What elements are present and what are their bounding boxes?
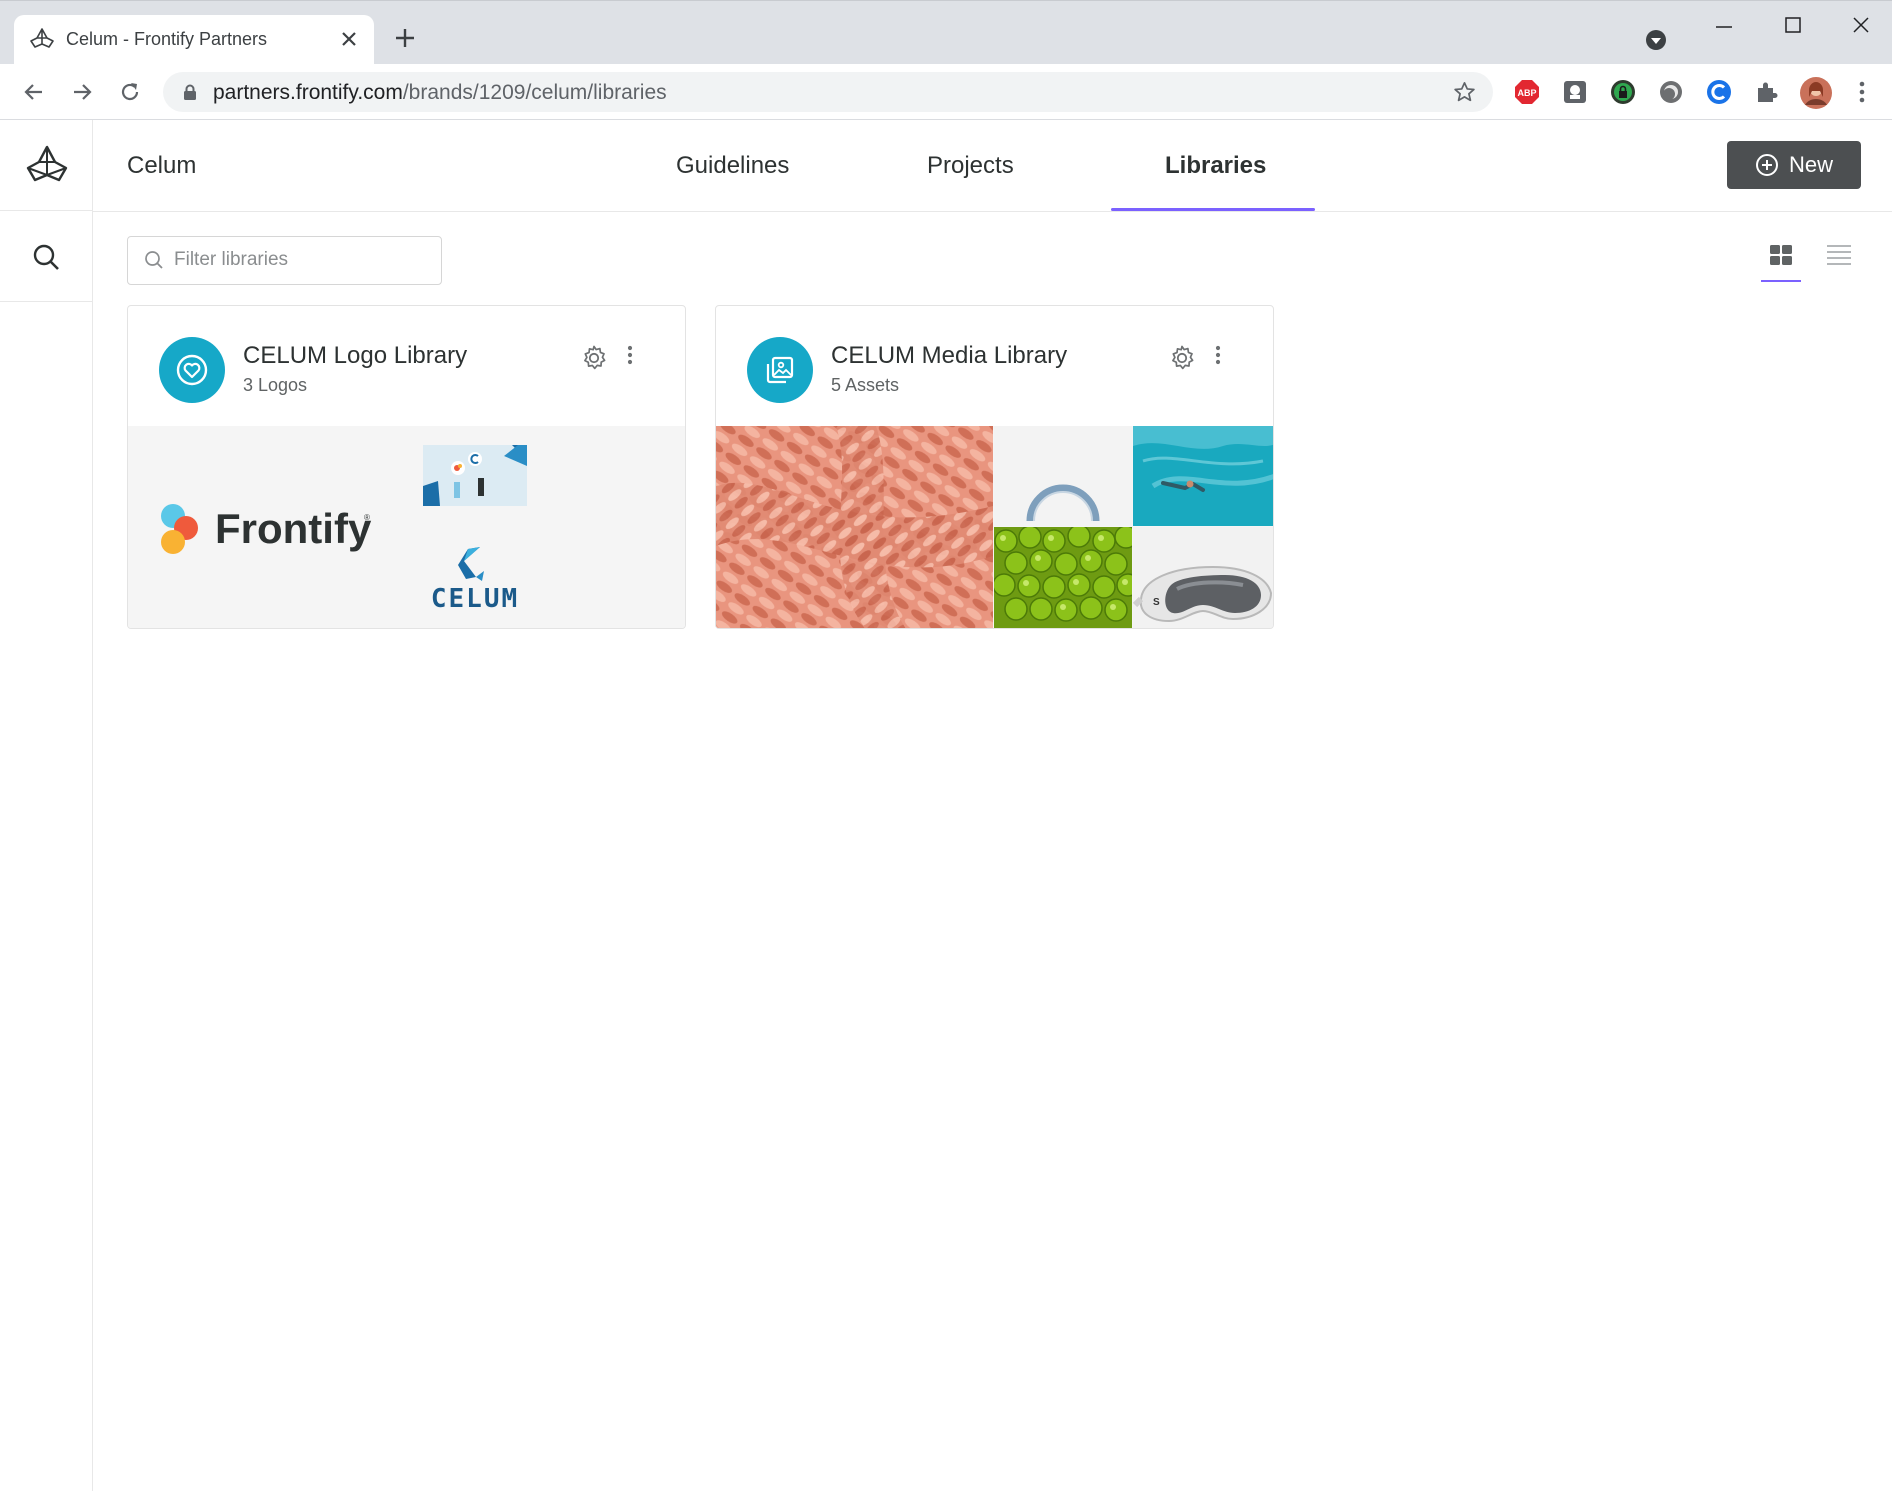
- more-options-icon[interactable]: [626, 344, 634, 366]
- url-text[interactable]: partners.frontify.com/brands/1209/celum/…: [213, 81, 667, 105]
- sidebar-divider: [0, 210, 92, 211]
- ring-photo[interactable]: [994, 426, 1132, 526]
- forward-icon[interactable]: [70, 80, 94, 104]
- browser-tabstrip: Celum - Frontify Partners: [0, 0, 1892, 65]
- library-thumbnails: S: [716, 426, 1273, 628]
- frontify-wordmark: Frontify: [215, 505, 372, 552]
- frontify-logo-thumb[interactable]: Frontify ®: [128, 426, 405, 628]
- app-header: Celum Guidelines Projects Libraries New: [93, 120, 1892, 212]
- svg-text:®: ®: [364, 513, 370, 522]
- url-path: /brands/1209/celum/libraries: [402, 81, 667, 104]
- frontify-favicon-icon: [29, 27, 55, 51]
- filter-libraries-input[interactable]: [174, 249, 424, 271]
- library-count: 5 Assets: [831, 375, 900, 395]
- limes-photo[interactable]: [994, 527, 1132, 628]
- ski-goggles-photo[interactable]: S: [1133, 527, 1273, 628]
- circle-ext-icon[interactable]: [1658, 79, 1684, 105]
- puzzle-icon[interactable]: [1754, 79, 1780, 105]
- library-title[interactable]: CELUM Logo Library: [243, 342, 467, 370]
- library-icon: [159, 337, 225, 403]
- app-sidebar: [0, 120, 93, 1491]
- filter-libraries-field[interactable]: [127, 236, 442, 285]
- new-button[interactable]: New: [1727, 141, 1861, 189]
- search-icon: [144, 250, 164, 270]
- bookmark-star-icon[interactable]: [1453, 81, 1476, 103]
- abp-label: ABP: [1517, 88, 1536, 98]
- celum-logo-thumb[interactable]: CELUM: [406, 527, 544, 628]
- library-card[interactable]: CELUM Logo Library 3 Logos Frontify ® CE…: [127, 305, 686, 629]
- browser-tab[interactable]: Celum - Frontify Partners: [14, 15, 374, 65]
- coral-rope-photo[interactable]: [716, 426, 993, 628]
- active-view-indicator: [1761, 280, 1801, 282]
- more-options-icon[interactable]: [1214, 344, 1222, 366]
- library-title[interactable]: CELUM Media Library: [831, 342, 1067, 370]
- library-icon: [747, 337, 813, 403]
- c-ext-icon[interactable]: [1706, 79, 1732, 105]
- search-icon[interactable]: [32, 243, 60, 271]
- list-view-icon[interactable]: [1826, 244, 1852, 266]
- tab-title: Celum - Frontify Partners: [66, 29, 268, 49]
- abp-icon[interactable]: ABP: [1514, 79, 1540, 105]
- back-icon[interactable]: [22, 80, 46, 104]
- celum-wordmark: CELUM: [431, 584, 519, 614]
- images-icon: [763, 353, 797, 387]
- frontify-logo-icon[interactable]: [24, 144, 70, 188]
- reload-icon[interactable]: [118, 80, 142, 104]
- new-tab-icon[interactable]: [394, 27, 416, 49]
- grid-view-icon[interactable]: [1769, 244, 1793, 266]
- library-thumbnails: Frontify ® CELUM: [128, 426, 685, 628]
- library-count: 3 Logos: [243, 375, 308, 395]
- close-tab-icon[interactable]: [340, 30, 358, 48]
- sidebar-divider: [0, 301, 92, 302]
- svg-text:S: S: [1153, 597, 1160, 608]
- brand-name[interactable]: Celum: [127, 152, 196, 180]
- active-tab-indicator: [1111, 208, 1315, 211]
- close-window-icon[interactable]: [1851, 15, 1871, 35]
- new-button-label: New: [1788, 152, 1833, 177]
- settings-gear-icon[interactable]: [1168, 344, 1196, 372]
- celum-illustration-thumb[interactable]: [406, 426, 544, 526]
- empty-thumb: [545, 527, 685, 628]
- tab-projects[interactable]: Projects: [927, 152, 1014, 180]
- minimize-icon[interactable]: [1714, 17, 1734, 37]
- underwater-swimmer-photo[interactable]: [1133, 426, 1273, 526]
- browser-menu-icon[interactable]: [1858, 80, 1866, 104]
- url-host: partners.frontify.com: [213, 81, 403, 104]
- tab-libraries[interactable]: Libraries: [1165, 152, 1266, 180]
- tab-guidelines[interactable]: Guidelines: [676, 152, 789, 180]
- tab-search-icon[interactable]: [1645, 29, 1667, 51]
- empty-thumb: [545, 426, 685, 526]
- lock-icon[interactable]: [183, 84, 197, 101]
- avatar[interactable]: [1800, 77, 1832, 109]
- maximize-icon[interactable]: [1783, 15, 1803, 35]
- library-card[interactable]: CELUM Media Library 5 Assets S: [715, 305, 1274, 629]
- lock-ext-icon[interactable]: [1610, 79, 1636, 105]
- shield-ext-icon[interactable]: [1562, 79, 1588, 105]
- plus-circle-icon: [1755, 153, 1779, 177]
- address-bar[interactable]: partners.frontify.com/brands/1209/celum/…: [163, 72, 1493, 112]
- settings-gear-icon[interactable]: [580, 344, 608, 372]
- frontify-mark-icon: [161, 504, 198, 554]
- browser-toolbar: partners.frontify.com/brands/1209/celum/…: [0, 64, 1892, 120]
- heart-icon: [175, 353, 209, 387]
